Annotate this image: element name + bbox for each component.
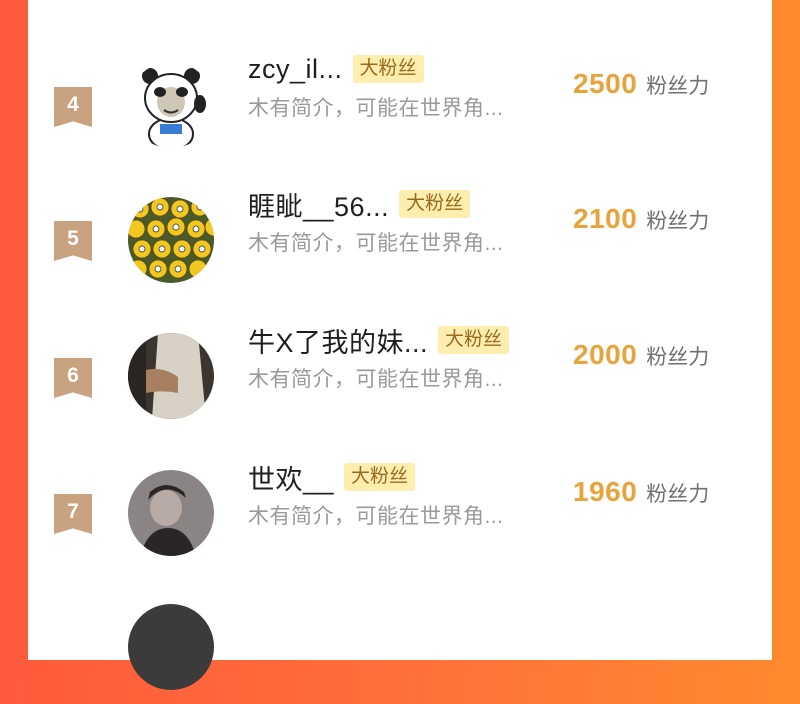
score-group: 2500 粉丝力 — [573, 68, 709, 100]
fan-power-score: 2100 — [573, 203, 638, 234]
user-name[interactable]: 世欢__ — [248, 458, 334, 497]
minions-avatar[interactable] — [128, 197, 214, 283]
fan-badge: 大粉丝 — [352, 55, 424, 83]
score-unit: 粉丝力 — [646, 483, 710, 506]
photo-avatar[interactable] — [128, 333, 214, 419]
portrait-avatar[interactable] — [128, 470, 214, 556]
user-bio: 木有简介，可能在世界角... — [248, 505, 504, 528]
score-unit: 粉丝力 — [646, 75, 710, 98]
fan-power-score: 1960 — [573, 476, 638, 507]
rank-badge: 4 — [54, 87, 92, 127]
leaderboard-row[interactable]: 5 睚眦__56... 大粉丝 木有简介，可能在世界角... 2100 粉丝力 — [28, 190, 772, 295]
user-bio: 木有简介，可能在世界角... — [248, 232, 504, 255]
score-group: 1960 粉丝力 — [573, 476, 709, 508]
user-name[interactable]: 睚眦__56... — [248, 185, 389, 224]
rank-badge: 6 — [54, 358, 92, 398]
score-group: 2100 粉丝力 — [573, 203, 709, 235]
leaderboard-row[interactable]: 6 牛X了我的妹... 大粉丝 木有简介，可能在世界角... 2000 粉丝力 — [28, 326, 772, 431]
leaderboard-row-partial[interactable] — [28, 604, 772, 704]
user-bio: 木有简介，可能在世界角... — [248, 97, 504, 120]
user-bio: 木有简介，可能在世界角... — [248, 368, 504, 391]
rank-badge: 5 — [54, 221, 92, 261]
score-unit: 粉丝力 — [646, 210, 710, 233]
fan-badge: 大粉丝 — [399, 190, 471, 218]
score-unit: 粉丝力 — [646, 346, 710, 369]
user-name[interactable]: 牛X了我的妹... — [248, 321, 428, 360]
partial-avatar[interactable] — [128, 604, 214, 690]
panda-meme-avatar[interactable] — [128, 62, 214, 148]
fan-badge: 大粉丝 — [344, 463, 416, 491]
fan-power-score: 2000 — [573, 339, 638, 370]
leaderboard-card: 4 zcy_il... 大粉丝 木有简介，可能在世界角... 2500 粉丝力 … — [28, 0, 772, 690]
leaderboard-row[interactable]: 7 世欢__ 大粉丝 木有简介，可能在世界角... 1960 粉丝力 — [28, 463, 772, 568]
rank-badge: 7 — [54, 494, 92, 534]
fan-power-score: 2500 — [573, 68, 638, 99]
leaderboard-row[interactable]: 4 zcy_il... 大粉丝 木有简介，可能在世界角... 2500 粉丝力 — [28, 54, 772, 160]
user-name[interactable]: zcy_il... — [248, 54, 343, 85]
fan-badge: 大粉丝 — [438, 326, 510, 354]
score-group: 2000 粉丝力 — [573, 339, 709, 371]
